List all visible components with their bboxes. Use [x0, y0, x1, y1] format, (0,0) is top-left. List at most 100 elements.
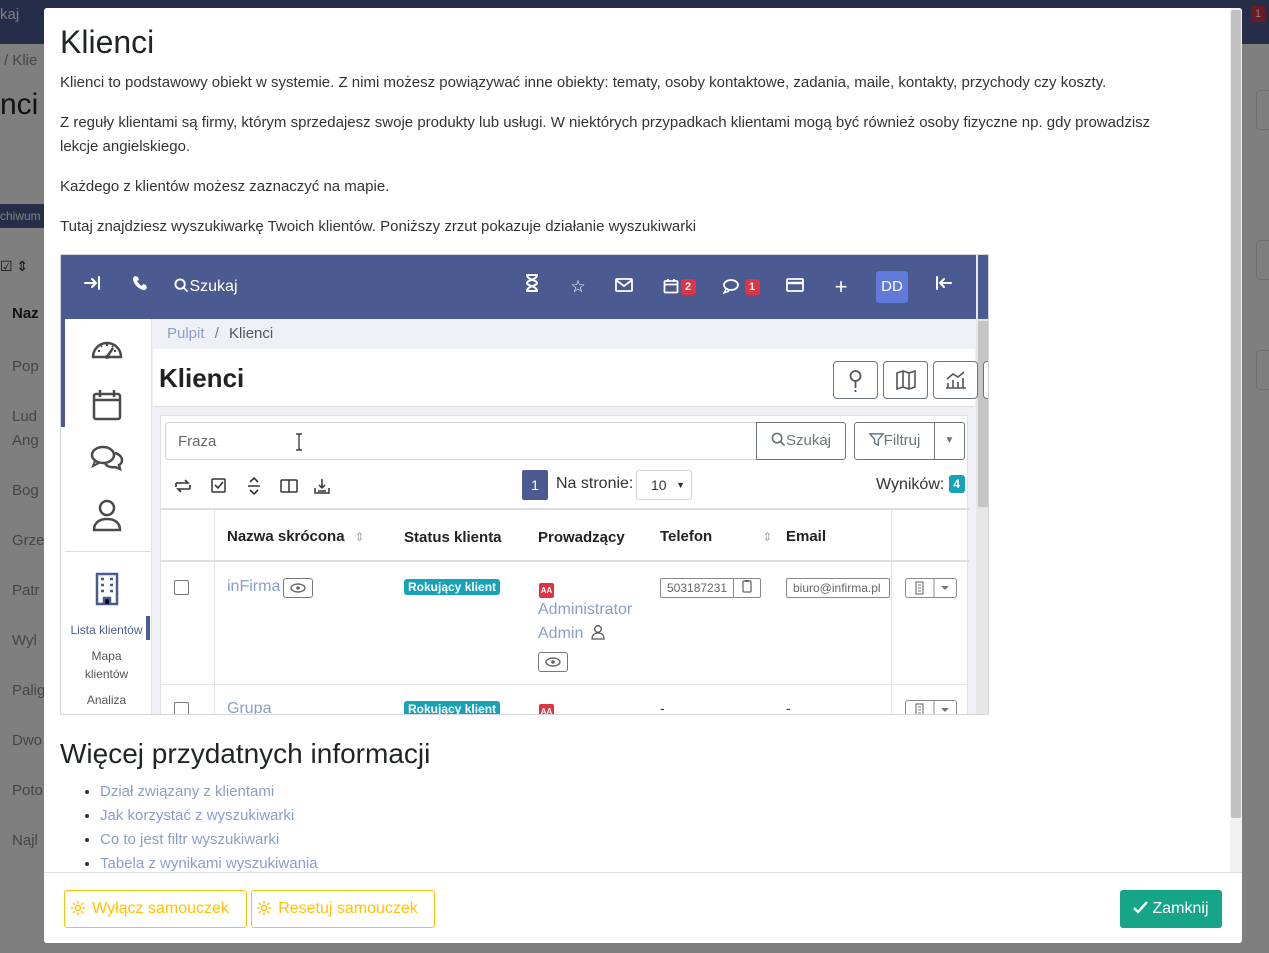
export-icon [314, 479, 330, 494]
breadcrumb-current: Klienci [229, 325, 274, 342]
phone-icon [127, 255, 153, 319]
payment-card-icon [783, 255, 807, 319]
calendar-badge: 2 [680, 279, 696, 295]
sort-icon: ⇕ [762, 530, 773, 544]
hourglass-icon [521, 255, 543, 319]
sidebar-item-map-line1: Mapa [91, 649, 122, 663]
link-clients-section[interactable]: Dział związany z klientami [100, 783, 274, 800]
modal-scrollbar-thumb[interactable] [1231, 10, 1241, 818]
comments-icon [90, 445, 124, 472]
row-checkbox [174, 702, 189, 714]
phone-field: 503187231 [660, 578, 761, 598]
map-button [883, 361, 928, 399]
reset-tutorial-label: Resetuj samouczek [278, 900, 418, 917]
client-name-link: inFirma [227, 578, 281, 595]
list-item: Co to jest filtr wyszukiwarki [100, 828, 318, 852]
owner-initials-badge: AA [539, 583, 554, 598]
gear-icon [71, 901, 86, 915]
logout-icon [931, 255, 957, 319]
client-name-link: Grupa [227, 700, 272, 715]
columns-icon [280, 479, 298, 493]
preview-button [283, 578, 313, 598]
column-header-email: Email [786, 528, 827, 545]
eye-icon [290, 583, 306, 593]
building-icon [915, 701, 949, 714]
filter-dropdown-toggle: ▼ [934, 422, 965, 460]
link-results-table[interactable]: Tabela z wynikami wyszukiwania [100, 855, 318, 872]
add-client-button: + [983, 361, 988, 399]
search-icon [771, 432, 786, 447]
row-actions-button [905, 700, 957, 714]
column-header-status: Status klienta [404, 529, 502, 546]
reset-tutorial-button[interactable]: Resetuj samouczek [251, 890, 435, 928]
building-icon [95, 572, 119, 606]
screenshot-search-card: Fraza Szukaj Filtruj ▼ 1 Na stronie: 10 … [160, 415, 969, 715]
per-page-select: 10 ▼ [636, 470, 692, 500]
email-value: biuro@infirma.pl [793, 581, 881, 595]
calendar-notifications: 2 [659, 255, 699, 319]
filter-button: Filtruj [854, 422, 935, 460]
owner-name-line2: Admin [538, 625, 584, 642]
sidebar-item-clients-list: Lista klientów [70, 623, 143, 637]
owner-name: Administrator Admin [538, 598, 632, 646]
search-button: Szukaj [756, 422, 846, 460]
expand-collapse-icon [248, 476, 260, 496]
client-status-badge: Rokujący klient [404, 579, 501, 595]
breadcrumb-root: Pulpit [167, 325, 205, 342]
search-button-label: Szukaj [785, 432, 832, 449]
check-icon [1133, 901, 1149, 914]
plus-icon: + [834, 274, 848, 299]
user-icon [591, 625, 605, 640]
phone-value: - [660, 700, 665, 715]
filter-button-label: Filtruj [883, 432, 921, 449]
owner-initials-badge: AA [539, 704, 554, 714]
screenshot-search: Szukaj [171, 255, 241, 319]
close-button[interactable]: Zamknij [1120, 890, 1222, 928]
phone-value: 503187231 [667, 581, 728, 595]
per-page-value: 10 [651, 477, 667, 493]
caret-down-icon: ▼ [944, 435, 955, 446]
search-paragraph: Tutaj znajdziesz wyszukiwarkę Twoich kli… [60, 218, 697, 235]
disable-tutorial-label: Wyłącz samouczek [92, 900, 229, 917]
chat-icon [721, 279, 739, 295]
calendar-icon [92, 390, 122, 421]
sidebar-subitem-active [146, 616, 150, 640]
row-checkbox [174, 580, 189, 595]
intro-paragraph: Klienci to podstawowy obiekt w systemie.… [60, 74, 1107, 91]
search-icon [174, 278, 189, 293]
list-item: Jak korzystać z wyszukiwarki [100, 804, 318, 828]
eye-icon [545, 657, 561, 667]
modal-footer: Wyłącz samouczek Resetuj samouczek Zamkn… [44, 872, 1242, 943]
column-header-short-name: Nazwa skrócona ⇕ [227, 528, 365, 545]
modal-title: Klienci [60, 24, 155, 60]
client-status-badge: Rokujący klient [404, 701, 501, 714]
breadcrumb-separator: / [214, 325, 219, 342]
text-cursor-icon [296, 433, 302, 451]
refresh-icon [175, 479, 191, 493]
tutorial-modal: Klienci Klienci to podstawowy obiekt w s… [44, 8, 1242, 943]
pagination-current-page: 1 [522, 470, 548, 500]
sidebar-active-indicator [61, 319, 65, 427]
screenshot-sidebar: Lista klientów Mapa klientów Analiza [61, 319, 152, 714]
row-actions-button [905, 578, 957, 598]
chat-notifications: 1 [721, 255, 761, 319]
dashboard-icon [91, 341, 123, 359]
screenshot-breadcrumb: Pulpit / Klienci [167, 325, 273, 342]
close-button-label: Zamknij [1152, 900, 1209, 917]
modal-scrollbar[interactable] [1230, 8, 1242, 872]
list-item: Tabela z wynikami wyszukiwania [100, 852, 318, 872]
link-how-to-search[interactable]: Jak korzystać z wyszukiwarki [100, 807, 294, 824]
list-item: Dział związany z klientami [100, 780, 318, 804]
help-icon [849, 370, 862, 392]
user-icon [92, 499, 122, 532]
screenshot-navbar: Szukaj ☆ 2 1 + DD [61, 255, 976, 319]
map-icon [896, 369, 916, 391]
screenshot-results-table: Nazwa skrócona ⇕ Status klienta Prowadząc… [161, 508, 969, 715]
companies-paragraph: Z reguły klientami są firmy, którym sprz… [60, 114, 1151, 155]
screenshot-search-label: Szukaj [189, 278, 238, 295]
help-button [833, 361, 878, 399]
disable-tutorial-button[interactable]: Wyłącz samouczek [64, 890, 247, 928]
link-search-filter[interactable]: Co to jest filtr wyszukiwarki [100, 831, 279, 848]
email-field: biuro@infirma.pl [786, 578, 890, 598]
results-counter: Wyników: 4 [876, 475, 965, 494]
